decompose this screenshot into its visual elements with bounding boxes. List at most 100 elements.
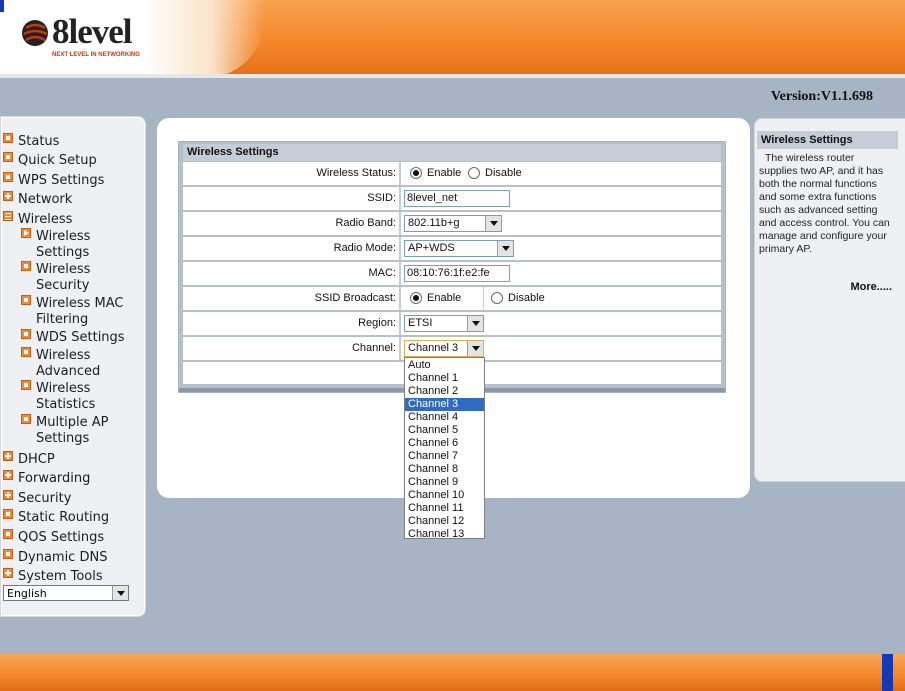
channel-label: Channel: — [183, 337, 399, 360]
ssid-broadcast-enable-radio[interactable] — [410, 292, 422, 304]
channel-option[interactable]: Channel 1 — [405, 372, 484, 385]
wireless-disable-radio[interactable] — [468, 167, 480, 179]
row-value: AP+WDS — [401, 237, 721, 260]
channel-option[interactable]: Channel 4 — [405, 411, 484, 424]
plus-icon — [3, 568, 13, 578]
nav-status[interactable]: Status — [3, 133, 60, 150]
nav-wireless-advanced[interactable]: Wireless Advanced — [21, 347, 139, 380]
square-icon — [3, 509, 13, 519]
row-value: Enable Disable — [401, 162, 721, 185]
nav-wireless[interactable]: Wireless — [3, 211, 72, 228]
nav-label-line: Wireless — [36, 229, 91, 244]
nav-wds-settings[interactable]: WDS Settings — [21, 329, 139, 346]
channel-option[interactable]: Channel 12 — [405, 515, 484, 528]
nav-label-line: Wireless — [36, 348, 91, 363]
channel-option[interactable]: Channel 8 — [405, 463, 484, 476]
channel-dropdown-list: Auto Channel 1 Channel 2 Channel 3 Channel 4… — [404, 357, 485, 541]
nav-label: Wireless Advanced — [36, 348, 100, 380]
plus-icon — [3, 191, 13, 201]
nav-label: Status — [18, 134, 60, 149]
nav-quick-setup[interactable]: Quick Setup — [3, 152, 97, 169]
nav-label: Dynamic DNS — [18, 550, 108, 565]
row-region: Region: ETSI — [183, 312, 721, 335]
nav-wireless-settings[interactable]: Wireless Settings — [21, 228, 139, 261]
square-icon — [3, 549, 13, 559]
nav-security[interactable]: Security — [3, 490, 72, 507]
nav-wps-settings[interactable]: WPS Settings — [3, 172, 105, 189]
square-icon — [3, 152, 13, 162]
nav-label-line: Settings — [36, 431, 90, 446]
channel-option[interactable]: Channel 13 — [405, 528, 484, 541]
plus-icon — [3, 490, 13, 500]
channel-option[interactable]: Channel 2 — [405, 385, 484, 398]
footer-blue-marker — [882, 654, 893, 691]
ssid-broadcast-disable-radio[interactable] — [491, 292, 503, 304]
channel-option[interactable]: Channel 9 — [405, 476, 484, 489]
row-value: 802.11b+g — [401, 212, 721, 235]
chevron-down-icon[interactable] — [467, 341, 483, 356]
chevron-down-icon[interactable] — [467, 316, 483, 331]
header-bar: 8level NEXT LEVEL IN NETWORKING — [0, 0, 905, 78]
nav-wireless-mac-filtering[interactable]: Wireless MAC Filtering — [21, 295, 139, 328]
chevron-down-icon[interactable] — [497, 241, 513, 256]
channel-option[interactable]: Channel 6 — [405, 437, 484, 450]
channel-option[interactable]: Channel 11 — [405, 502, 484, 515]
brand-tagline: NEXT LEVEL IN NETWORKING — [52, 52, 140, 58]
nav-label-line: Multiple AP — [36, 415, 109, 430]
row-value: Enable Disable — [401, 287, 721, 310]
chevron-down-icon[interactable] — [112, 586, 128, 600]
channel-option[interactable]: Channel 3 — [405, 398, 484, 411]
nav-qos-settings[interactable]: QOS Settings — [3, 529, 104, 546]
select-value: ETSI — [408, 317, 433, 329]
channel-option[interactable]: Channel 5 — [405, 424, 484, 437]
firmware-version: Version:V1.1.698 — [770, 89, 873, 104]
nav-static-routing[interactable]: Static Routing — [3, 509, 109, 526]
arrow-icon — [21, 228, 31, 238]
nav-multiple-ap-settings[interactable]: Multiple AP Settings — [21, 414, 139, 447]
nav-label: Multiple AP Settings — [36, 415, 109, 447]
wireless-enable-radio[interactable] — [410, 167, 422, 179]
nav-label: Wireless Statistics — [36, 381, 95, 413]
nav-dynamic-dns[interactable]: Dynamic DNS — [3, 549, 108, 566]
radio-label: Enable — [427, 292, 462, 304]
language-value: English — [7, 587, 47, 600]
square-icon — [3, 529, 13, 539]
nav-label-line: Security — [36, 278, 90, 293]
nav-label-line: WDS Settings — [36, 330, 125, 345]
nav-label: Security — [18, 491, 72, 506]
square-icon — [21, 295, 31, 305]
brand-globe-icon — [22, 20, 48, 46]
radio-mode-select[interactable]: AP+WDS — [404, 240, 514, 257]
square-icon — [21, 261, 31, 271]
corner-marker — [0, 0, 4, 12]
cell-divider — [483, 287, 484, 310]
nav-label: WPS Settings — [18, 173, 105, 188]
channel-select[interactable]: Channel 3 — [404, 340, 484, 357]
channel-option[interactable]: Channel 10 — [405, 489, 484, 502]
nav-label: Wireless MAC Filtering — [36, 296, 123, 328]
ssid-input[interactable]: 8level_net — [404, 190, 510, 207]
more-link[interactable]: More..... — [850, 281, 892, 293]
row-ssid: SSID: 8level_net — [183, 187, 721, 210]
ssid-broadcast-label: SSID Broadcast: — [183, 287, 399, 310]
chevron-down-icon[interactable] — [485, 216, 501, 231]
channel-option[interactable]: Channel 7 — [405, 450, 484, 463]
region-select[interactable]: ETSI — [404, 315, 484, 332]
nav-dhcp[interactable]: DHCP — [3, 451, 55, 468]
mac-label: MAC: — [183, 262, 399, 285]
row-mac: MAC: 08:10:76:1f:e2:fe — [183, 262, 721, 285]
nav-network[interactable]: Network — [3, 191, 73, 208]
radio-band-select[interactable]: 802.11b+g — [404, 215, 502, 232]
channel-option[interactable]: Auto — [405, 359, 484, 372]
wireless-status-label: Wireless Status: — [183, 162, 399, 185]
language-select[interactable]: English — [3, 585, 129, 601]
nav-system-tools[interactable]: System Tools — [3, 568, 103, 585]
nav-label: Network — [18, 192, 73, 207]
nav-wireless-statistics[interactable]: Wireless Statistics — [21, 380, 139, 413]
row-radio-mode: Radio Mode: AP+WDS — [183, 237, 721, 260]
mac-input[interactable]: 08:10:76:1f:e2:fe — [404, 265, 510, 282]
nav-forwarding[interactable]: Forwarding — [3, 470, 90, 487]
nav-wireless-security[interactable]: Wireless Security — [21, 261, 139, 294]
nav-label-line: Filtering — [36, 312, 89, 327]
footer-bar — [0, 654, 905, 691]
